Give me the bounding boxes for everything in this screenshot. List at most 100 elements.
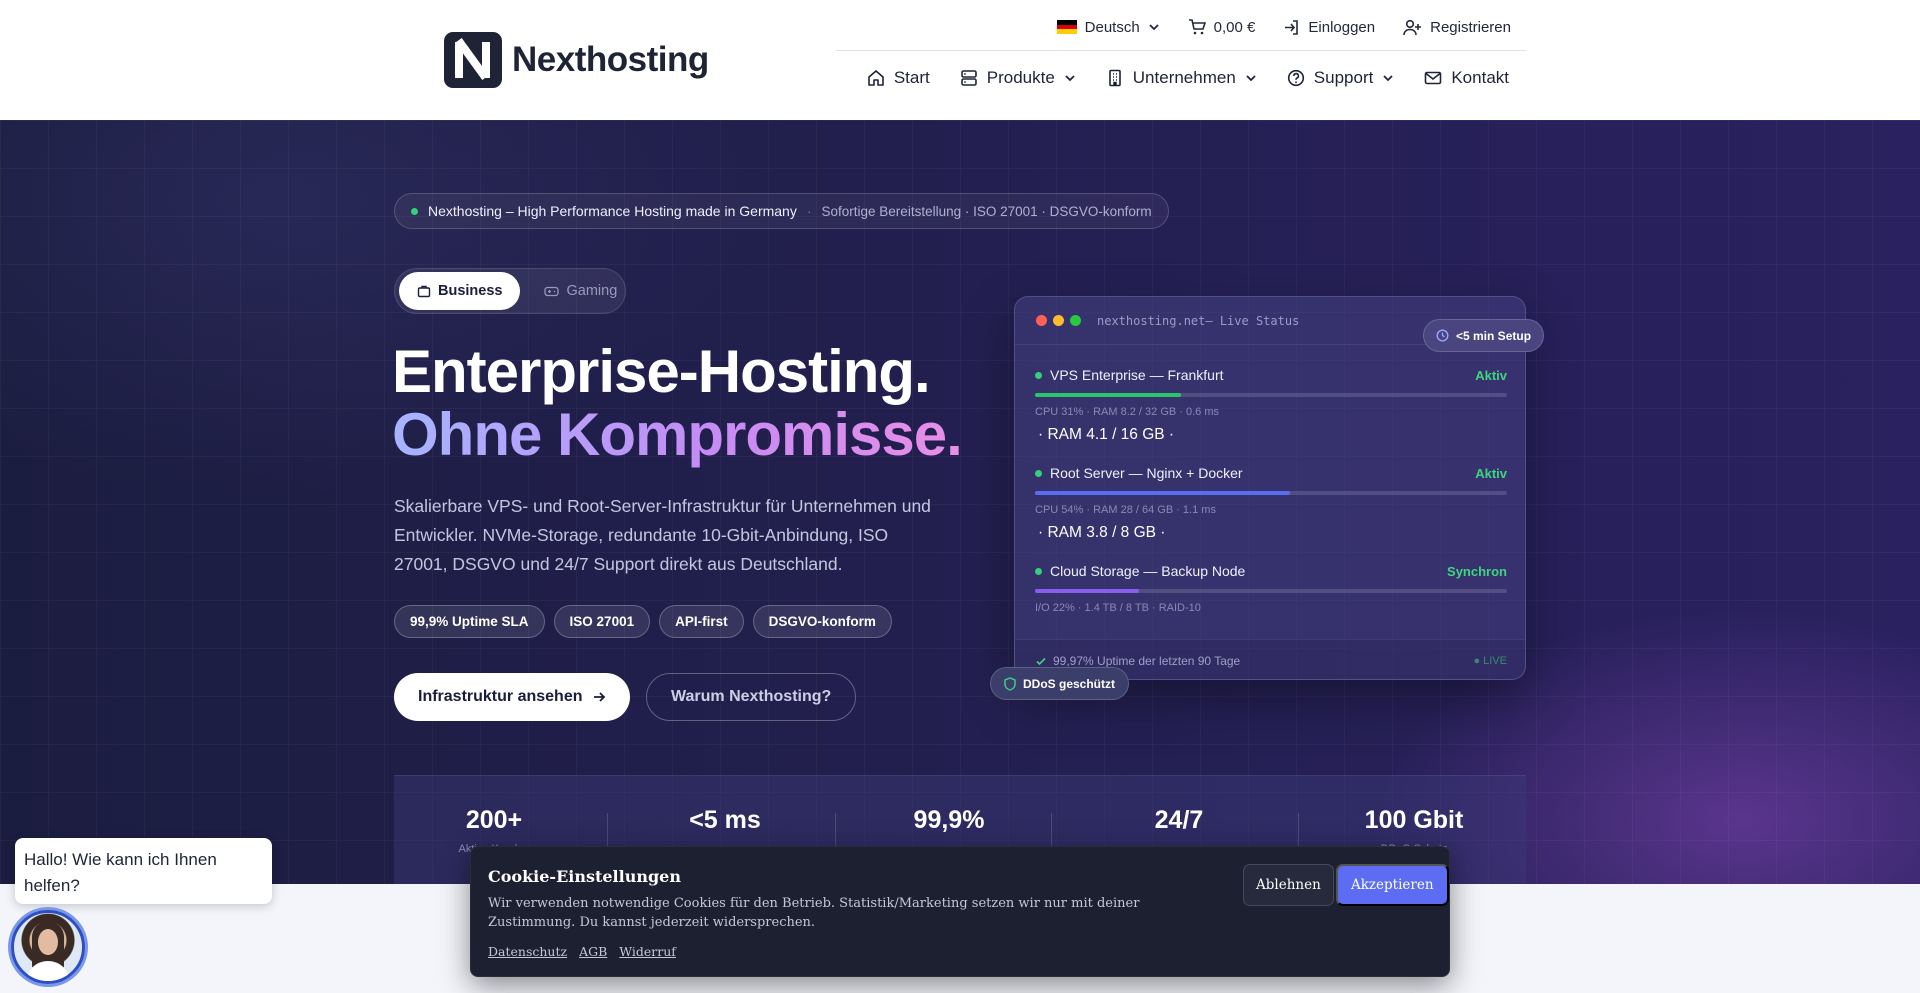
cookie-link-datenschutz[interactable]: Datenschutz <box>488 944 567 959</box>
cookie-decline-button[interactable]: Ablehnen <box>1243 864 1334 906</box>
audience-toggle: Business Gaming <box>394 268 626 314</box>
window-maximize-dot-icon <box>1070 315 1081 326</box>
stat-item: 24/7 <box>1104 806 1254 843</box>
hero-lead: Skalierbare VPS- und Root-Server-Infrast… <box>394 496 931 574</box>
server-meta: I/O 22% · 1.4 TB / 8 TB · RAID-10 <box>1035 602 1201 614</box>
chevron-down-icon <box>1246 75 1256 82</box>
server-state: Aktiv <box>1475 465 1507 481</box>
server-name: Cloud Storage — Backup Node <box>1050 563 1246 579</box>
server-name: VPS Enterprise — Frankfurt <box>1050 367 1224 383</box>
toggle-business[interactable]: Business <box>399 272 521 310</box>
announcement-separator: · <box>806 203 812 219</box>
feature-badge: 99,9% Uptime SLA <box>394 605 545 638</box>
arrow-right-icon <box>594 692 606 702</box>
help-circle-icon <box>1287 69 1304 87</box>
server-row: Cloud Storage — Backup Node Synchron I/O… <box>1035 563 1507 614</box>
setup-badge-label: <5 min Setup <box>1456 328 1532 343</box>
server-row: VPS Enterprise — Frankfurt Aktiv CPU 31%… <box>1035 367 1507 444</box>
mail-icon <box>1425 71 1442 85</box>
cookie-links: Datenschutz AGB Widerruf <box>488 944 676 959</box>
server-ram: · RAM 4.1 / 16 GB · <box>1038 426 1175 443</box>
chat-greeting-bubble[interactable]: Hallo! Wie kann ich Ihnen helfen? <box>15 838 272 904</box>
feature-badge: API-first <box>659 605 744 638</box>
toggle-gaming[interactable]: Gaming <box>526 272 635 310</box>
cart-icon <box>1188 19 1206 35</box>
stat-value: <5 ms <box>689 806 761 834</box>
german-flag-icon <box>1056 20 1077 35</box>
load-bar <box>1035 589 1507 593</box>
window-minimize-dot-icon <box>1053 315 1064 326</box>
ddos-badge-label: DDoS geschützt <box>1023 676 1116 691</box>
live-indicator: ● LIVE <box>1473 654 1507 667</box>
server-row: Root Server — Nginx + Docker Aktiv CPU 5… <box>1035 465 1507 542</box>
login-label: Einloggen <box>1308 18 1376 36</box>
register-label: Registrieren <box>1430 18 1511 36</box>
uptime-text: 99,97% Uptime der letzten 90 Tage <box>1053 653 1241 668</box>
chevron-down-icon <box>1383 75 1393 82</box>
clock-icon <box>1436 329 1449 342</box>
site-header: Nexthosting Deutsch 0,00 € Einloggen Reg… <box>0 0 1920 120</box>
language-selector[interactable]: Deutsch <box>1056 18 1160 36</box>
stat-item: 99,9% <box>874 806 1024 843</box>
cart-button[interactable]: 0,00 € <box>1188 18 1256 36</box>
cookie-banner: Cookie-Einstellungen Wir verwenden notwe… <box>470 846 1450 977</box>
cta-secondary-label: Warum Nexthosting? <box>671 688 832 705</box>
shield-icon <box>1004 676 1016 691</box>
status-dot-icon <box>1035 371 1042 379</box>
nav-label: Unternehmen <box>1132 68 1236 87</box>
load-bar <box>1035 491 1507 495</box>
logo-mark-icon <box>444 32 502 88</box>
check-icon <box>1036 657 1046 665</box>
logo[interactable]: Nexthosting <box>444 32 709 88</box>
cta-infrastructure-button[interactable]: Infrastruktur ansehen <box>394 673 631 721</box>
login-link[interactable]: Einloggen <box>1283 19 1375 36</box>
stat-value: 99,9% <box>913 806 985 834</box>
server-state: Synchron <box>1447 563 1507 579</box>
ddos-badge: DDoS geschützt <box>990 667 1130 700</box>
chevron-down-icon <box>1065 75 1075 82</box>
hero-title-line2: Ohne Kompromisse. <box>392 401 963 468</box>
grid-background <box>0 120 1920 884</box>
home-icon <box>868 70 884 86</box>
register-link[interactable]: Registrieren <box>1403 19 1511 36</box>
announcement-subtext: Sofortige Bereitstellung · ISO 27001 · D… <box>821 203 1152 219</box>
cart-total: 0,00 € <box>1213 18 1256 36</box>
cta-why-button[interactable]: Warum Nexthosting? <box>646 673 857 721</box>
announcement-pill: Nexthosting – High Performance Hosting m… <box>394 193 1169 229</box>
user-plus-icon <box>1403 19 1422 35</box>
cookie-title: Cookie-Einstellungen <box>488 867 681 886</box>
server-name: Root Server — Nginx + Docker <box>1050 465 1243 481</box>
chat-avatar[interactable] <box>11 910 85 984</box>
toggle-business-label: Business <box>438 283 503 299</box>
hero-section: Nexthosting – High Performance Hosting m… <box>0 120 1920 884</box>
load-bar-fill <box>1035 393 1182 397</box>
header-divider <box>836 50 1526 51</box>
feature-badges: 99,9% Uptime SLA ISO 27001 API-first DSG… <box>394 605 892 638</box>
nav-item-produkte[interactable]: Produkte <box>960 68 1076 88</box>
server-ram: · RAM 3.8 / 8 GB · <box>1038 524 1166 541</box>
cookie-link-agb[interactable]: AGB <box>579 944 607 959</box>
load-bar-fill <box>1035 491 1290 495</box>
avatar-face <box>38 929 58 955</box>
nav-label: Kontakt <box>1451 68 1509 87</box>
building-icon <box>1108 69 1121 87</box>
status-dot-icon <box>1035 567 1042 575</box>
stat-value: 24/7 <box>1154 806 1204 834</box>
cookie-accept-button[interactable]: Akzeptieren <box>1336 864 1449 906</box>
server-meta: CPU 54% · RAM 28 / 64 GB · 1.1 ms <box>1035 504 1216 516</box>
language-label: Deutsch <box>1084 18 1140 36</box>
cta-primary-label: Infrastruktur ansehen <box>418 688 583 705</box>
nav-label: Produkte <box>986 68 1055 87</box>
live-status-card: nexthosting.net— Live Status VPS Enterpr… <box>1014 296 1526 680</box>
nav-item-unternehmen[interactable]: Unternehmen <box>1106 68 1257 88</box>
cookie-link-widerruf[interactable]: Widerruf <box>619 944 676 959</box>
load-bar <box>1035 393 1507 397</box>
nav-item-support[interactable]: Support <box>1287 68 1395 88</box>
nav-item-start[interactable]: Start <box>867 68 930 88</box>
announcement-text: Nexthosting – High Performance Hosting m… <box>428 203 797 219</box>
stat-value: 100 Gbit <box>1364 806 1464 834</box>
load-bar-fill <box>1035 589 1139 593</box>
status-dot-icon <box>1035 469 1042 477</box>
nav-item-kontakt[interactable]: Kontakt <box>1424 68 1509 88</box>
briefcase-icon <box>417 285 431 298</box>
